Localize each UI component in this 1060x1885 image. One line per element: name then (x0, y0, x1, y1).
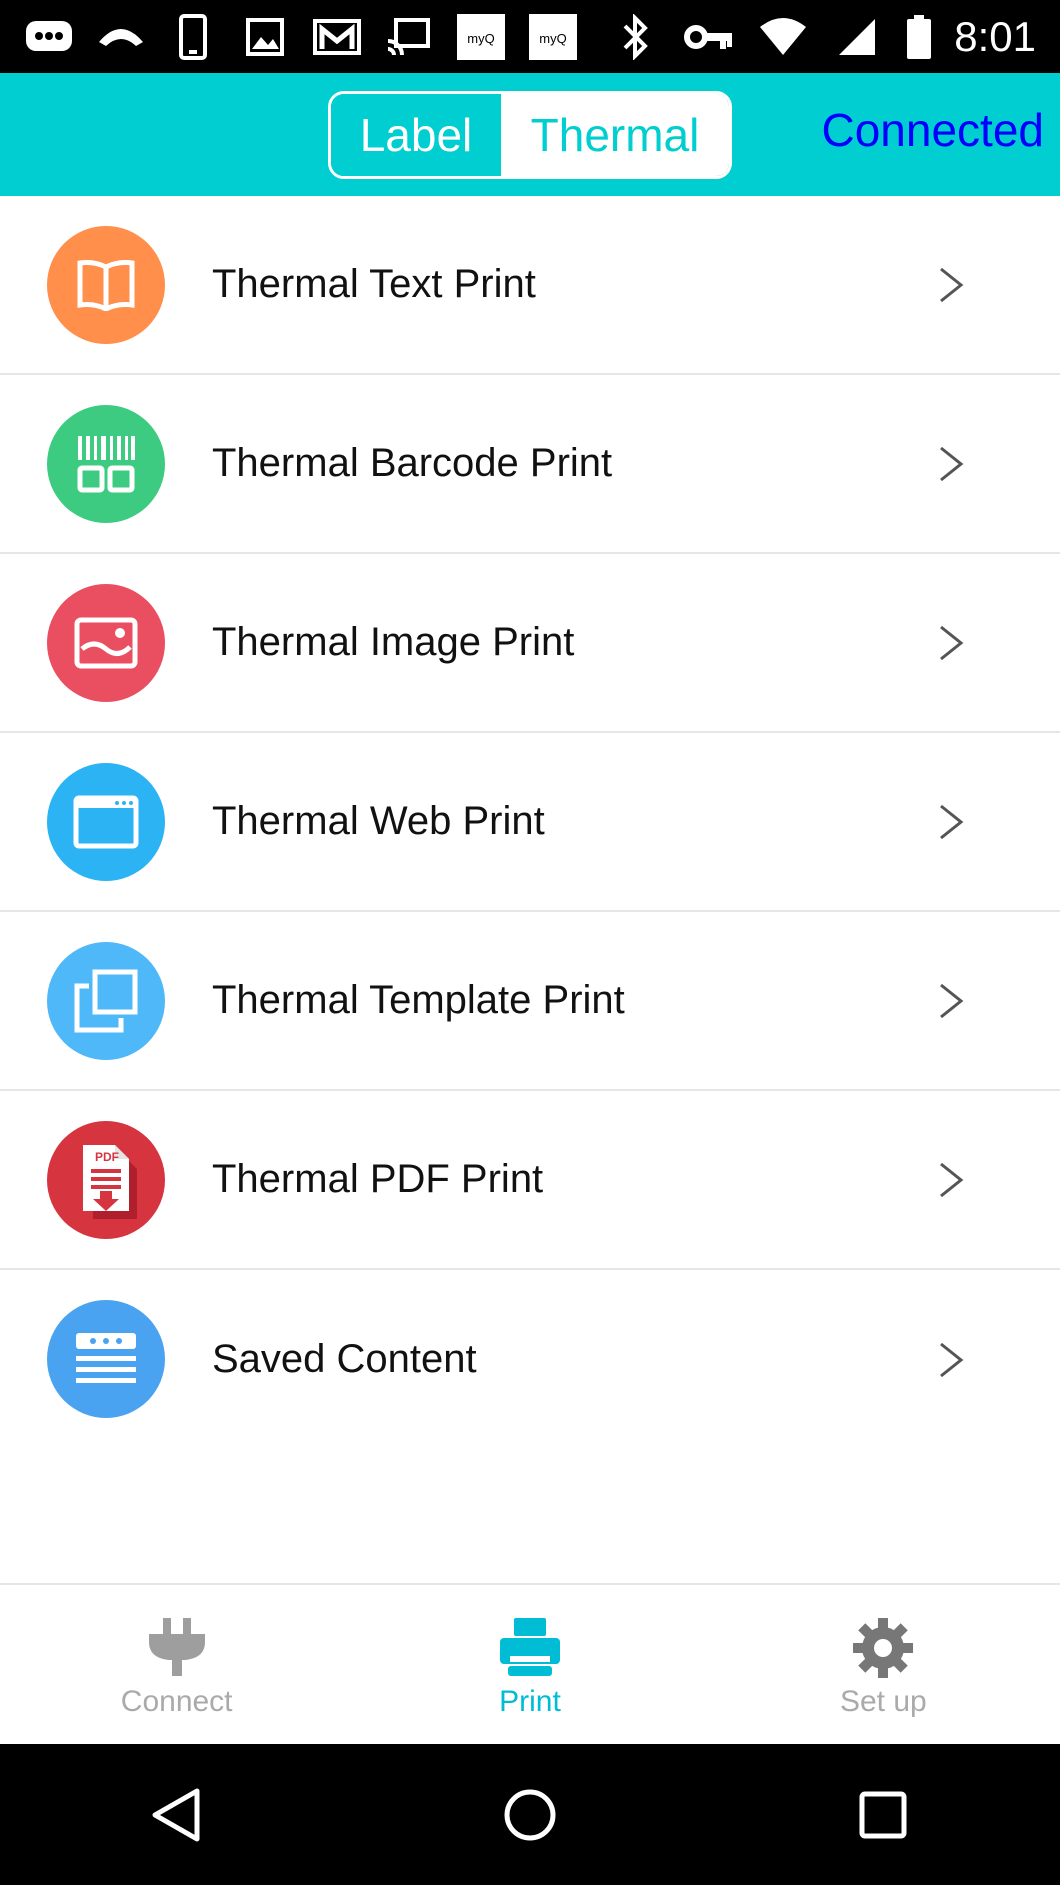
myq-icon: myQ (526, 12, 580, 62)
plug-icon (142, 1613, 212, 1683)
nav-label: Set up (839, 1685, 927, 1718)
gear-icon (848, 1613, 918, 1683)
print-options-list: Thermal Text Print Thermal Barcode Print… (0, 196, 1060, 1449)
battery-icon (904, 12, 934, 62)
list-item-label: Thermal Image Print (212, 620, 575, 664)
voicemail-icon (94, 12, 148, 62)
chevron-right-icon (932, 792, 972, 852)
home-icon[interactable] (470, 1765, 590, 1865)
list-item-label: Saved Content (212, 1337, 477, 1381)
tab-label[interactable]: Label (331, 94, 501, 176)
list-item-label: Thermal PDF Print (212, 1157, 544, 1201)
list-item-thermal-image-print[interactable]: Thermal Image Print (0, 554, 1060, 733)
template-copy-icon (47, 942, 165, 1060)
recents-icon[interactable] (823, 1765, 943, 1865)
cast-icon (382, 12, 436, 62)
bottom-navigation: Connect Print Set up (0, 1583, 1060, 1744)
vpn-key-icon (682, 12, 736, 62)
nav-label: Connect (120, 1685, 233, 1718)
myq-icon: myQ (454, 12, 508, 62)
gmail-icon (310, 12, 364, 62)
bluetooth-icon (608, 12, 662, 62)
chevron-right-icon (932, 1150, 972, 1210)
saved-list-icon (47, 1300, 165, 1418)
phone-device-icon (166, 12, 220, 62)
list-item-thermal-text-print[interactable]: Thermal Text Print (0, 196, 1060, 375)
list-item-label: Thermal Web Print (212, 799, 545, 843)
image-icon (238, 12, 292, 62)
connection-status[interactable]: Connected (822, 103, 1045, 157)
chevron-right-icon (932, 1330, 972, 1390)
nav-print[interactable]: Print (353, 1585, 706, 1744)
chevron-right-icon (932, 255, 972, 315)
list-item-thermal-barcode-print[interactable]: Thermal Barcode Print (0, 375, 1060, 554)
pdf-download-icon: PDF (47, 1121, 165, 1239)
wifi-icon (756, 12, 810, 62)
system-icons: 8:01 (608, 8, 1036, 66)
list-item-label: Thermal Barcode Print (212, 441, 613, 485)
nav-label: Print (499, 1685, 561, 1718)
status-bar: myQ myQ 8:01 (0, 0, 1060, 73)
chevron-right-icon (932, 613, 972, 673)
list-item-thermal-pdf-print[interactable]: PDF Thermal PDF Print (0, 1091, 1060, 1270)
nav-connect[interactable]: Connect (0, 1585, 353, 1744)
svg-text:PDF: PDF (95, 1150, 119, 1164)
system-navigation-bar (0, 1744, 1060, 1885)
nav-setup[interactable]: Set up (707, 1585, 1060, 1744)
list-item-label: Thermal Text Print (212, 262, 536, 306)
list-item-label: Thermal Template Print (212, 978, 625, 1022)
clock: 8:01 (954, 13, 1036, 60)
app-header: Label Thermal Connected (0, 73, 1060, 196)
svg-text:myQ: myQ (467, 31, 494, 46)
back-icon[interactable] (117, 1765, 237, 1865)
list-item-thermal-web-print[interactable]: Thermal Web Print (0, 733, 1060, 912)
notification-icons: myQ myQ (22, 8, 580, 66)
chevron-right-icon (932, 434, 972, 494)
printer-icon (495, 1613, 565, 1683)
barcode-icon (47, 405, 165, 523)
tab-thermal[interactable]: Thermal (501, 94, 729, 176)
image-icon (47, 584, 165, 702)
list-item-saved-content[interactable]: Saved Content (0, 1270, 1060, 1449)
svg-text:myQ: myQ (539, 31, 566, 46)
signal-icon (830, 12, 884, 62)
chat-bubble-icon (22, 12, 76, 62)
list-item-thermal-template-print[interactable]: Thermal Template Print (0, 912, 1060, 1091)
mode-segmented-control: Label Thermal (328, 91, 732, 179)
chevron-right-icon (932, 971, 972, 1031)
book-icon (47, 226, 165, 344)
browser-window-icon (47, 763, 165, 881)
